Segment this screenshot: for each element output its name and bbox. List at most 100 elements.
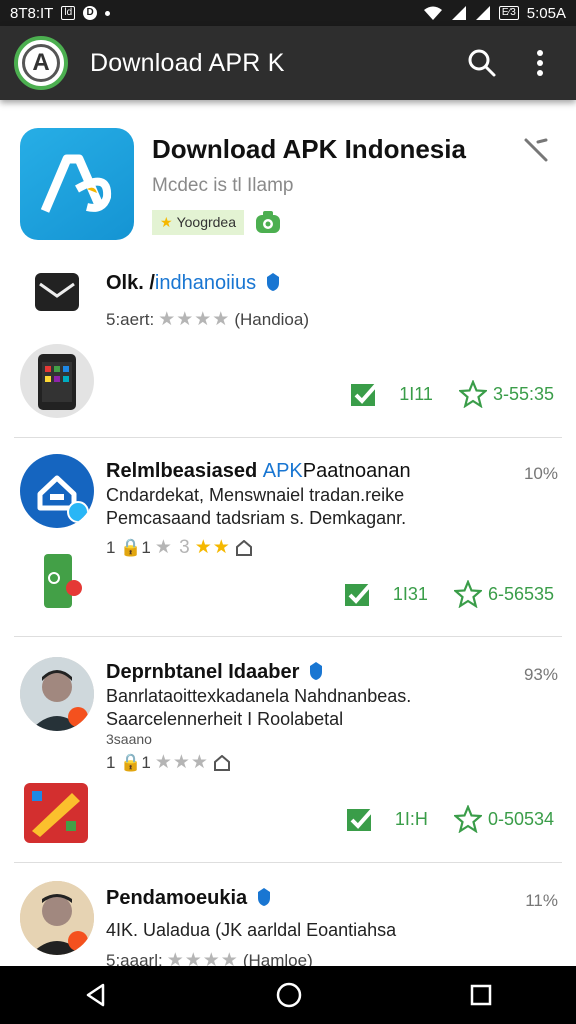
rating-value: 3-55:35 xyxy=(492,383,554,404)
edit-icon[interactable] xyxy=(522,136,552,166)
rating-line: 5:aert: ★★★★ (Handioa) xyxy=(106,308,309,331)
system-nav-bar xyxy=(0,966,576,1024)
rating-prefix: 5:aert: xyxy=(106,309,155,329)
row-title-text: Pendamoeukia xyxy=(106,887,248,909)
signal-icon xyxy=(451,6,466,20)
app-thumbnail[interactable] xyxy=(20,344,94,418)
rating-line: 5:aaarl: ★★★★ (Hamloe) xyxy=(106,949,313,966)
description-line: 3saano xyxy=(106,731,152,747)
avatar[interactable] xyxy=(20,881,94,955)
category-badge-label: Yoogrdea xyxy=(176,214,236,230)
rating-stars-gold: ★★ xyxy=(194,537,231,558)
row-title-rest: Paatnoanan xyxy=(302,460,411,482)
mail-icon xyxy=(35,273,79,311)
row-description: Cndardekat, Menswnaiel tradan.reike Pemc… xyxy=(106,484,406,530)
install-check-icon[interactable] xyxy=(345,805,375,833)
app-small-icon xyxy=(44,554,82,608)
app-icon[interactable] xyxy=(20,128,134,240)
app-subtitle: Mcdec is tl Ilamp xyxy=(152,175,294,196)
search-button[interactable] xyxy=(460,41,504,85)
description-line: Banrlataoittexkadanela Nahdnanbeas. xyxy=(106,686,412,706)
rating-stars: ★ 3 xyxy=(154,537,191,558)
rating-line: 1 🔒1 ★ 3 ★★ xyxy=(106,536,253,559)
signal-icon-2 xyxy=(475,6,490,20)
verified-icon xyxy=(309,662,322,680)
status-bar: 8T8:IT ld D E⁄3 5:05A xyxy=(0,0,576,26)
row-title-link: indhanoiius xyxy=(154,272,257,294)
app-title: Download APK Indonesia xyxy=(152,134,466,164)
rating-value: 6-56535 xyxy=(487,583,554,604)
app-logo[interactable]: A xyxy=(14,36,68,90)
rating-prefix: 1 🔒1 xyxy=(106,537,151,557)
rating-suffix: (Hamloe) xyxy=(242,950,313,967)
verified-icon xyxy=(266,273,279,291)
install-check-icon[interactable] xyxy=(349,380,379,408)
row-title: Olk. /indhanoiius xyxy=(106,272,280,295)
percent-label: 11% xyxy=(525,891,558,910)
rating-stars: ★★★★ xyxy=(166,950,239,966)
download-notification-icon: D xyxy=(83,6,98,20)
recents-icon[interactable] xyxy=(469,983,493,1007)
list-item[interactable]: Pendamoeukia 11% 4IK. Ualadua (JK aarlda… xyxy=(0,863,576,966)
dot-icon xyxy=(105,10,111,16)
carrier-text: 8T8:IT xyxy=(10,4,54,22)
row-description: Banrlataoittexkadanela Nahdnanbeas. Saar… xyxy=(106,685,411,747)
rating-stars: ★★★ xyxy=(154,752,209,773)
camera-icon[interactable] xyxy=(254,209,282,235)
search-icon xyxy=(468,49,496,77)
category-badge[interactable]: ★ Yoogrdea xyxy=(152,209,244,235)
rating-suffix: (Handioa) xyxy=(234,309,309,329)
star-outline-icon[interactable] xyxy=(458,380,487,408)
home-button-icon[interactable] xyxy=(275,981,303,1009)
rating-value: 0-50534 xyxy=(487,808,554,829)
percent-label: 93% xyxy=(523,665,558,684)
rating-prefix: 5:aaarl: xyxy=(106,950,163,967)
description-line: Cndardekat, Menswnaiel tradan.reike xyxy=(106,485,405,505)
rating-line: 1 🔒1 ★★★ xyxy=(106,751,231,774)
install-check-icon[interactable] xyxy=(343,580,373,608)
percent-label: 10% xyxy=(523,464,558,483)
person-avatar-icon xyxy=(20,881,94,955)
app-toolbar: A Download APR K xyxy=(0,26,576,100)
app-small-icon xyxy=(24,783,88,843)
more-vert-icon xyxy=(537,50,543,76)
download-count: 1I11 xyxy=(399,383,433,404)
toolbar-title: Download APR K xyxy=(90,48,285,77)
home-small-icon xyxy=(235,539,252,556)
star-outline-icon[interactable] xyxy=(453,805,482,833)
apk-logo-icon: A xyxy=(22,44,60,82)
home-icon xyxy=(37,475,89,523)
row-title: Deprnbtanel Idaaber xyxy=(106,661,323,684)
person-avatar-icon xyxy=(20,657,94,731)
row-title-text: Deprnbtanel Idaaber xyxy=(106,661,300,683)
download-count: 1I31 xyxy=(392,583,428,604)
clock: 5:05A xyxy=(526,4,566,22)
list-item[interactable]: Relmlbeasiased APKPaatnoanan 10% Cndarde… xyxy=(0,438,576,636)
notification-icon: ld xyxy=(61,6,76,20)
phone-icon xyxy=(38,354,76,410)
home-small-icon xyxy=(213,754,230,771)
row-title: Pendamoeukia xyxy=(106,887,271,910)
overflow-menu-button[interactable] xyxy=(518,41,562,85)
description-line: Saarcelennerheit I Roolabetal xyxy=(106,709,344,729)
row-description: 4IK. Ualadua (JK aarldal Eoantiahsa xyxy=(106,920,397,940)
download-count: 1I:H xyxy=(394,808,428,829)
battery-icon: E⁄3 xyxy=(498,6,519,20)
star-icon: ★ xyxy=(160,213,173,230)
star-outline-icon[interactable] xyxy=(453,580,482,608)
description-line: Pemcasaand tadsriam s. Demkaganr. xyxy=(106,508,407,528)
rating-prefix: 1 🔒1 xyxy=(106,752,151,772)
apk-a-icon xyxy=(40,154,112,213)
rating-stars: ★★★★ xyxy=(158,309,231,330)
row-title-text: Relmlbeasiased xyxy=(106,460,263,482)
row-title-text: Olk. / xyxy=(106,272,155,294)
back-icon[interactable] xyxy=(83,982,109,1008)
list-item[interactable]: Deprnbtanel Idaaber 93% Banrlataoittexka… xyxy=(0,637,576,863)
row-title-link: APK xyxy=(262,460,303,482)
avatar[interactable] xyxy=(20,657,94,731)
app-thumbnail[interactable] xyxy=(20,454,94,528)
verified-icon xyxy=(257,888,270,906)
wifi-icon xyxy=(423,6,442,20)
list-item[interactable]: Olk. /indhanoiius 5:aert: ★★★★ (Handioa)… xyxy=(0,250,576,438)
row-title: Relmlbeasiased APKPaatnoanan xyxy=(106,460,411,483)
